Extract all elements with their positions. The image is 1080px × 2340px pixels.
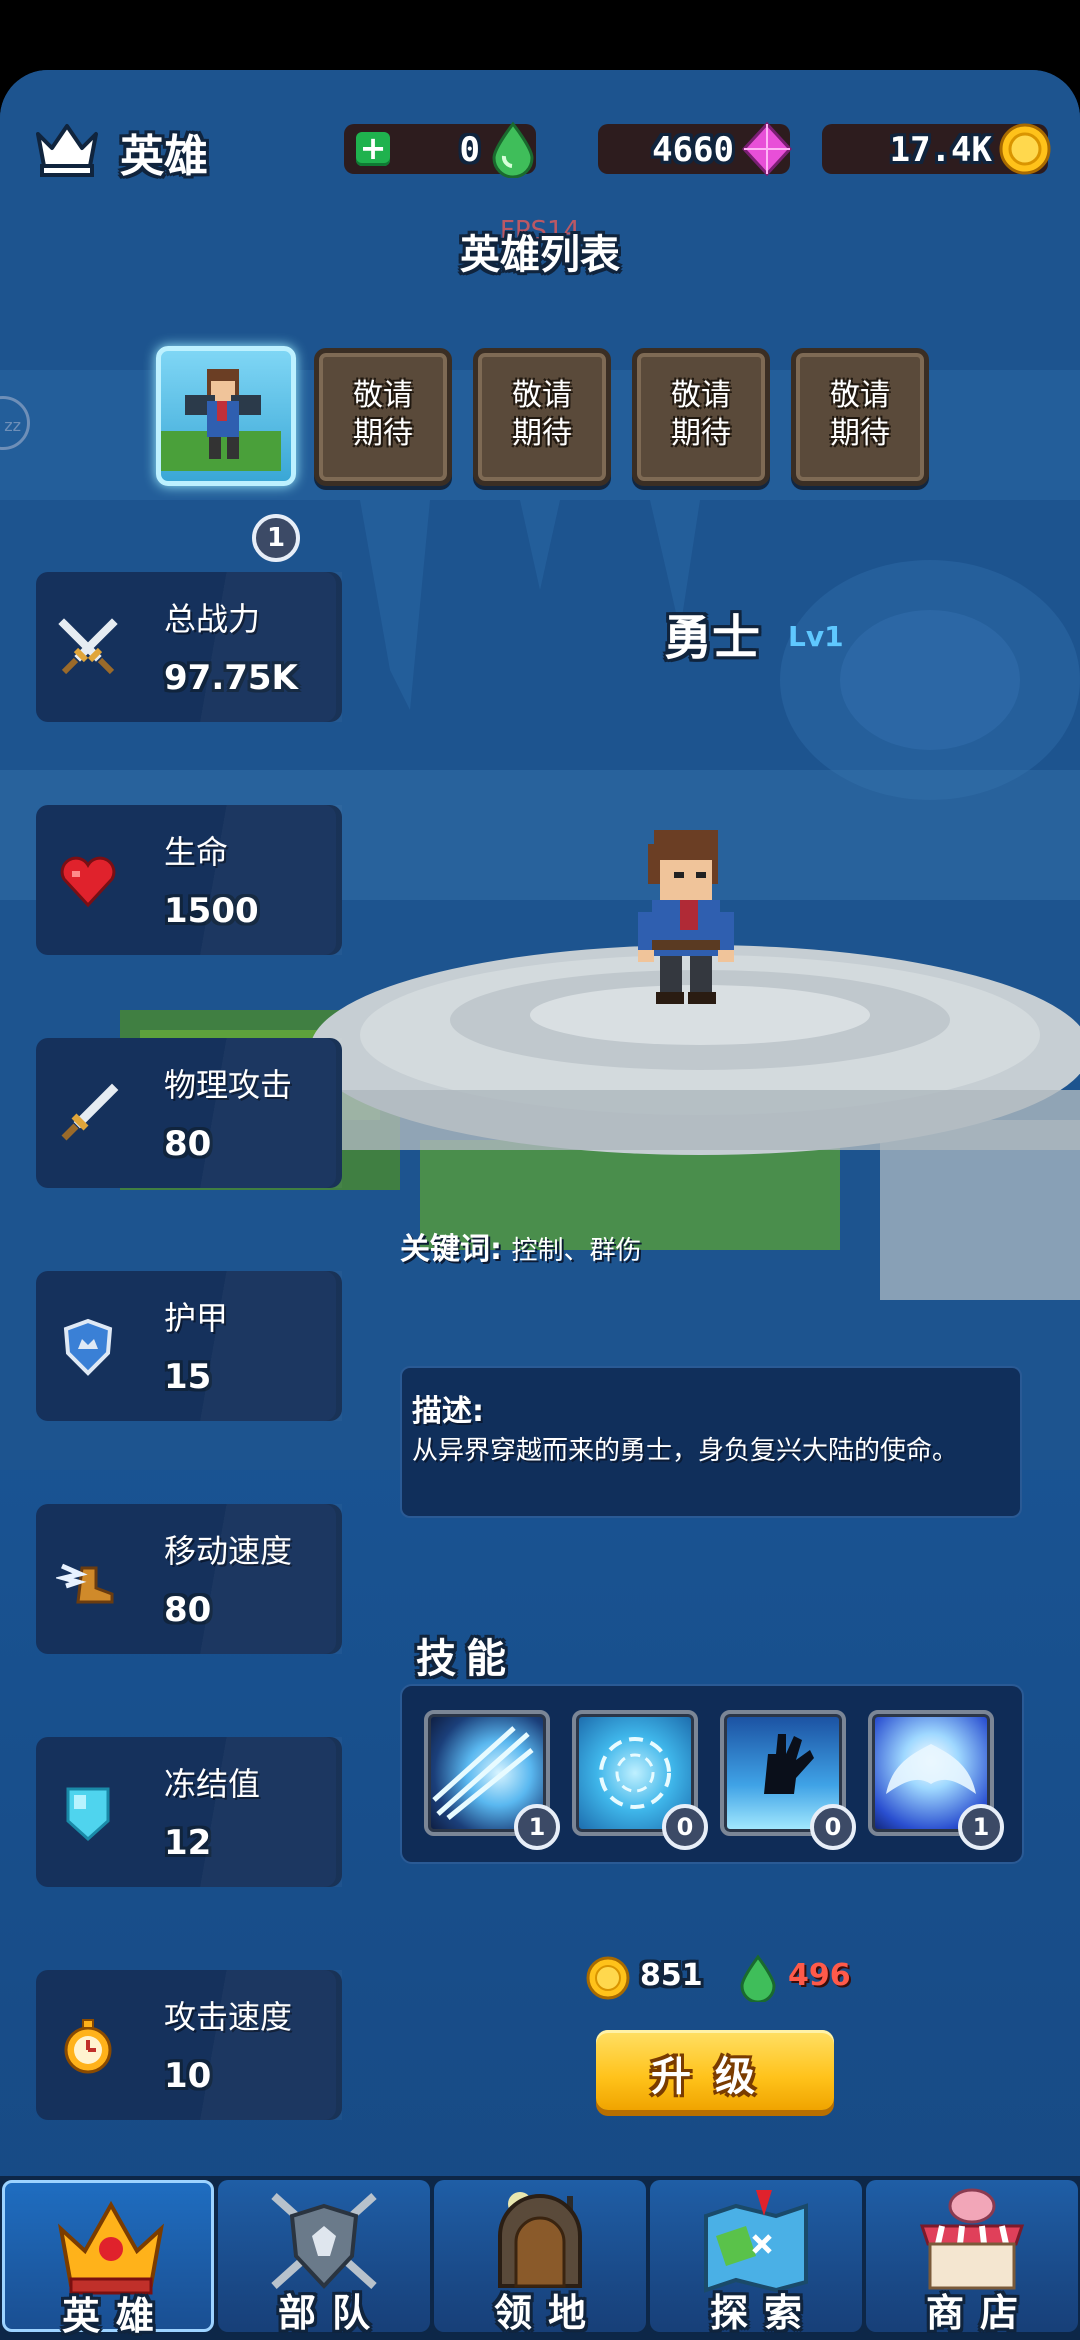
- green-drop-icon: [492, 121, 534, 178]
- keywords: 关键词: 控制、群伤: [400, 1224, 642, 1268]
- stat-value: 12: [164, 1823, 212, 1863]
- skill-level-badge: 1: [958, 1804, 1004, 1850]
- gold-coin-icon: [999, 123, 1051, 175]
- gem-value: 4660: [652, 130, 734, 170]
- locked-hero-slot[interactable]: 敬请 期待: [473, 348, 611, 486]
- pink-gem-icon: [741, 121, 793, 177]
- hero-level: Lv1: [788, 620, 844, 653]
- warrior-sprite[interactable]: [630, 820, 740, 1010]
- skill-level-badge: 0: [662, 1804, 708, 1850]
- shield-swords-tab-icon: [271, 2193, 377, 2289]
- stat-card-move-speed: 移动速度 80: [36, 1504, 342, 1654]
- locked-hero-slot[interactable]: 敬请 期待: [314, 348, 452, 486]
- skill-slot[interactable]: 1: [424, 1710, 560, 1850]
- sword-icon: [61, 1083, 119, 1141]
- tab-explore[interactable]: 探索: [650, 2180, 862, 2335]
- description-text: 从异界穿越而来的勇士，身负复兴大陆的使命。: [412, 1436, 959, 1466]
- page-title: 英雄: [120, 131, 208, 182]
- upgrade-gold-cost: 851: [640, 1958, 703, 1993]
- skill-level-badge: 1: [514, 1804, 560, 1850]
- stat-card-armor: 护甲 15: [36, 1271, 342, 1421]
- stat-value: 15: [164, 1357, 212, 1397]
- crossed-swords-icon: [58, 618, 118, 675]
- energy-value: 0: [459, 130, 480, 170]
- stat-label: 物理攻击: [164, 1066, 293, 1104]
- locked-hero-slot[interactable]: 敬请 期待: [632, 348, 770, 486]
- crown-tab-icon: [57, 2200, 165, 2295]
- tab-label: 探索: [709, 2291, 818, 2335]
- skill-level-badge: 0: [810, 1804, 856, 1850]
- tab-shop[interactable]: 商店: [866, 2180, 1078, 2335]
- keywords-value: 控制、群伤: [511, 1236, 642, 1266]
- winged-boot-icon: [56, 1563, 114, 1604]
- stat-label: 总战力: [164, 600, 261, 638]
- hero-level-badge: 1: [252, 514, 300, 562]
- stat-card-power: 总战力 97.75K: [36, 572, 342, 722]
- stat-value: 80: [164, 1124, 212, 1164]
- hero-list-title: 英雄列表: [460, 232, 620, 278]
- stat-value: 80: [164, 1590, 212, 1630]
- ice-shield-icon: [66, 1787, 110, 1842]
- description-label: 描述:: [412, 1394, 484, 1429]
- green-drop-icon: [740, 1954, 776, 2002]
- hero-slot-warrior[interactable]: [156, 346, 296, 486]
- stat-card-freeze: 冻结值 12: [36, 1737, 342, 1887]
- map-tab-icon: [704, 2190, 808, 2293]
- gold-coin-icon: [586, 1956, 630, 2000]
- stat-value: 10: [164, 2056, 212, 2096]
- tab-label: 英雄: [61, 2294, 170, 2338]
- stat-label: 移动速度: [164, 1532, 293, 1570]
- stat-value: 1500: [164, 891, 259, 931]
- upgrade-energy-cost: 496: [788, 1958, 851, 1993]
- tab-label: 部队: [277, 2291, 386, 2335]
- upgrade-button-label: 升级: [651, 2054, 779, 2100]
- stat-label: 冻结值: [164, 1765, 261, 1803]
- gem-counter[interactable]: 4660: [598, 121, 793, 177]
- crown-icon: [36, 124, 98, 177]
- shop-tab-icon: [919, 2188, 1025, 2290]
- stat-card-attack: 物理攻击 80: [36, 1038, 342, 1188]
- skills-title: 技能: [416, 1636, 516, 1682]
- tab-territory[interactable]: 领地: [434, 2180, 646, 2335]
- skill-slot[interactable]: 1: [868, 1710, 1004, 1850]
- add-energy-button[interactable]: +: [356, 132, 390, 166]
- stat-label: 生命: [164, 833, 229, 871]
- description-box: 描述: 从异界穿越而来的勇士，身负复兴大陆的使命。: [400, 1366, 1022, 1518]
- keywords-label: 关键词:: [400, 1232, 502, 1267]
- stat-label: 攻击速度: [164, 1998, 293, 2036]
- tab-label: 领地: [493, 2291, 602, 2335]
- coming-soon-label: 敬请 期待: [830, 378, 890, 451]
- upgrade-button[interactable]: 升级: [596, 2030, 834, 2110]
- tab-hero[interactable]: 英雄: [2, 2180, 214, 2338]
- warrior-portrait-icon: [161, 369, 281, 471]
- hero-screen: 英雄 + 0 4660 17.4K FPS14 英雄列表 zz 1 敬请 期待 …: [0, 70, 1080, 2340]
- stat-label: 护甲: [164, 1299, 229, 1337]
- coming-soon-label: 敬请 期待: [512, 378, 572, 451]
- gate-tab-icon: [498, 2192, 582, 2288]
- skills-panel: 1 0 0 1: [400, 1684, 1024, 1864]
- heart-icon: [60, 856, 116, 908]
- skill-slot[interactable]: 0: [720, 1710, 856, 1850]
- stat-value: 97.75K: [164, 658, 298, 698]
- shield-icon: [63, 1318, 113, 1376]
- coming-soon-label: 敬请 期待: [671, 378, 731, 451]
- tab-label: 商店: [925, 2291, 1034, 2335]
- skill-slot[interactable]: 0: [572, 1710, 708, 1850]
- gold-value: 17.4K: [889, 130, 992, 170]
- stat-card-attack-speed: 攻击速度 10: [36, 1970, 342, 2120]
- stopwatch-icon: [64, 2019, 112, 2074]
- tab-troops[interactable]: 部队: [218, 2180, 430, 2335]
- stat-card-hp: 生命 1500: [36, 805, 342, 955]
- locked-hero-slot[interactable]: 敬请 期待: [791, 348, 929, 486]
- energy-counter[interactable]: + 0: [344, 121, 536, 178]
- gold-counter[interactable]: 17.4K: [822, 123, 1051, 175]
- hero-name: 勇士: [664, 610, 761, 666]
- coming-soon-label: 敬请 期待: [353, 378, 413, 451]
